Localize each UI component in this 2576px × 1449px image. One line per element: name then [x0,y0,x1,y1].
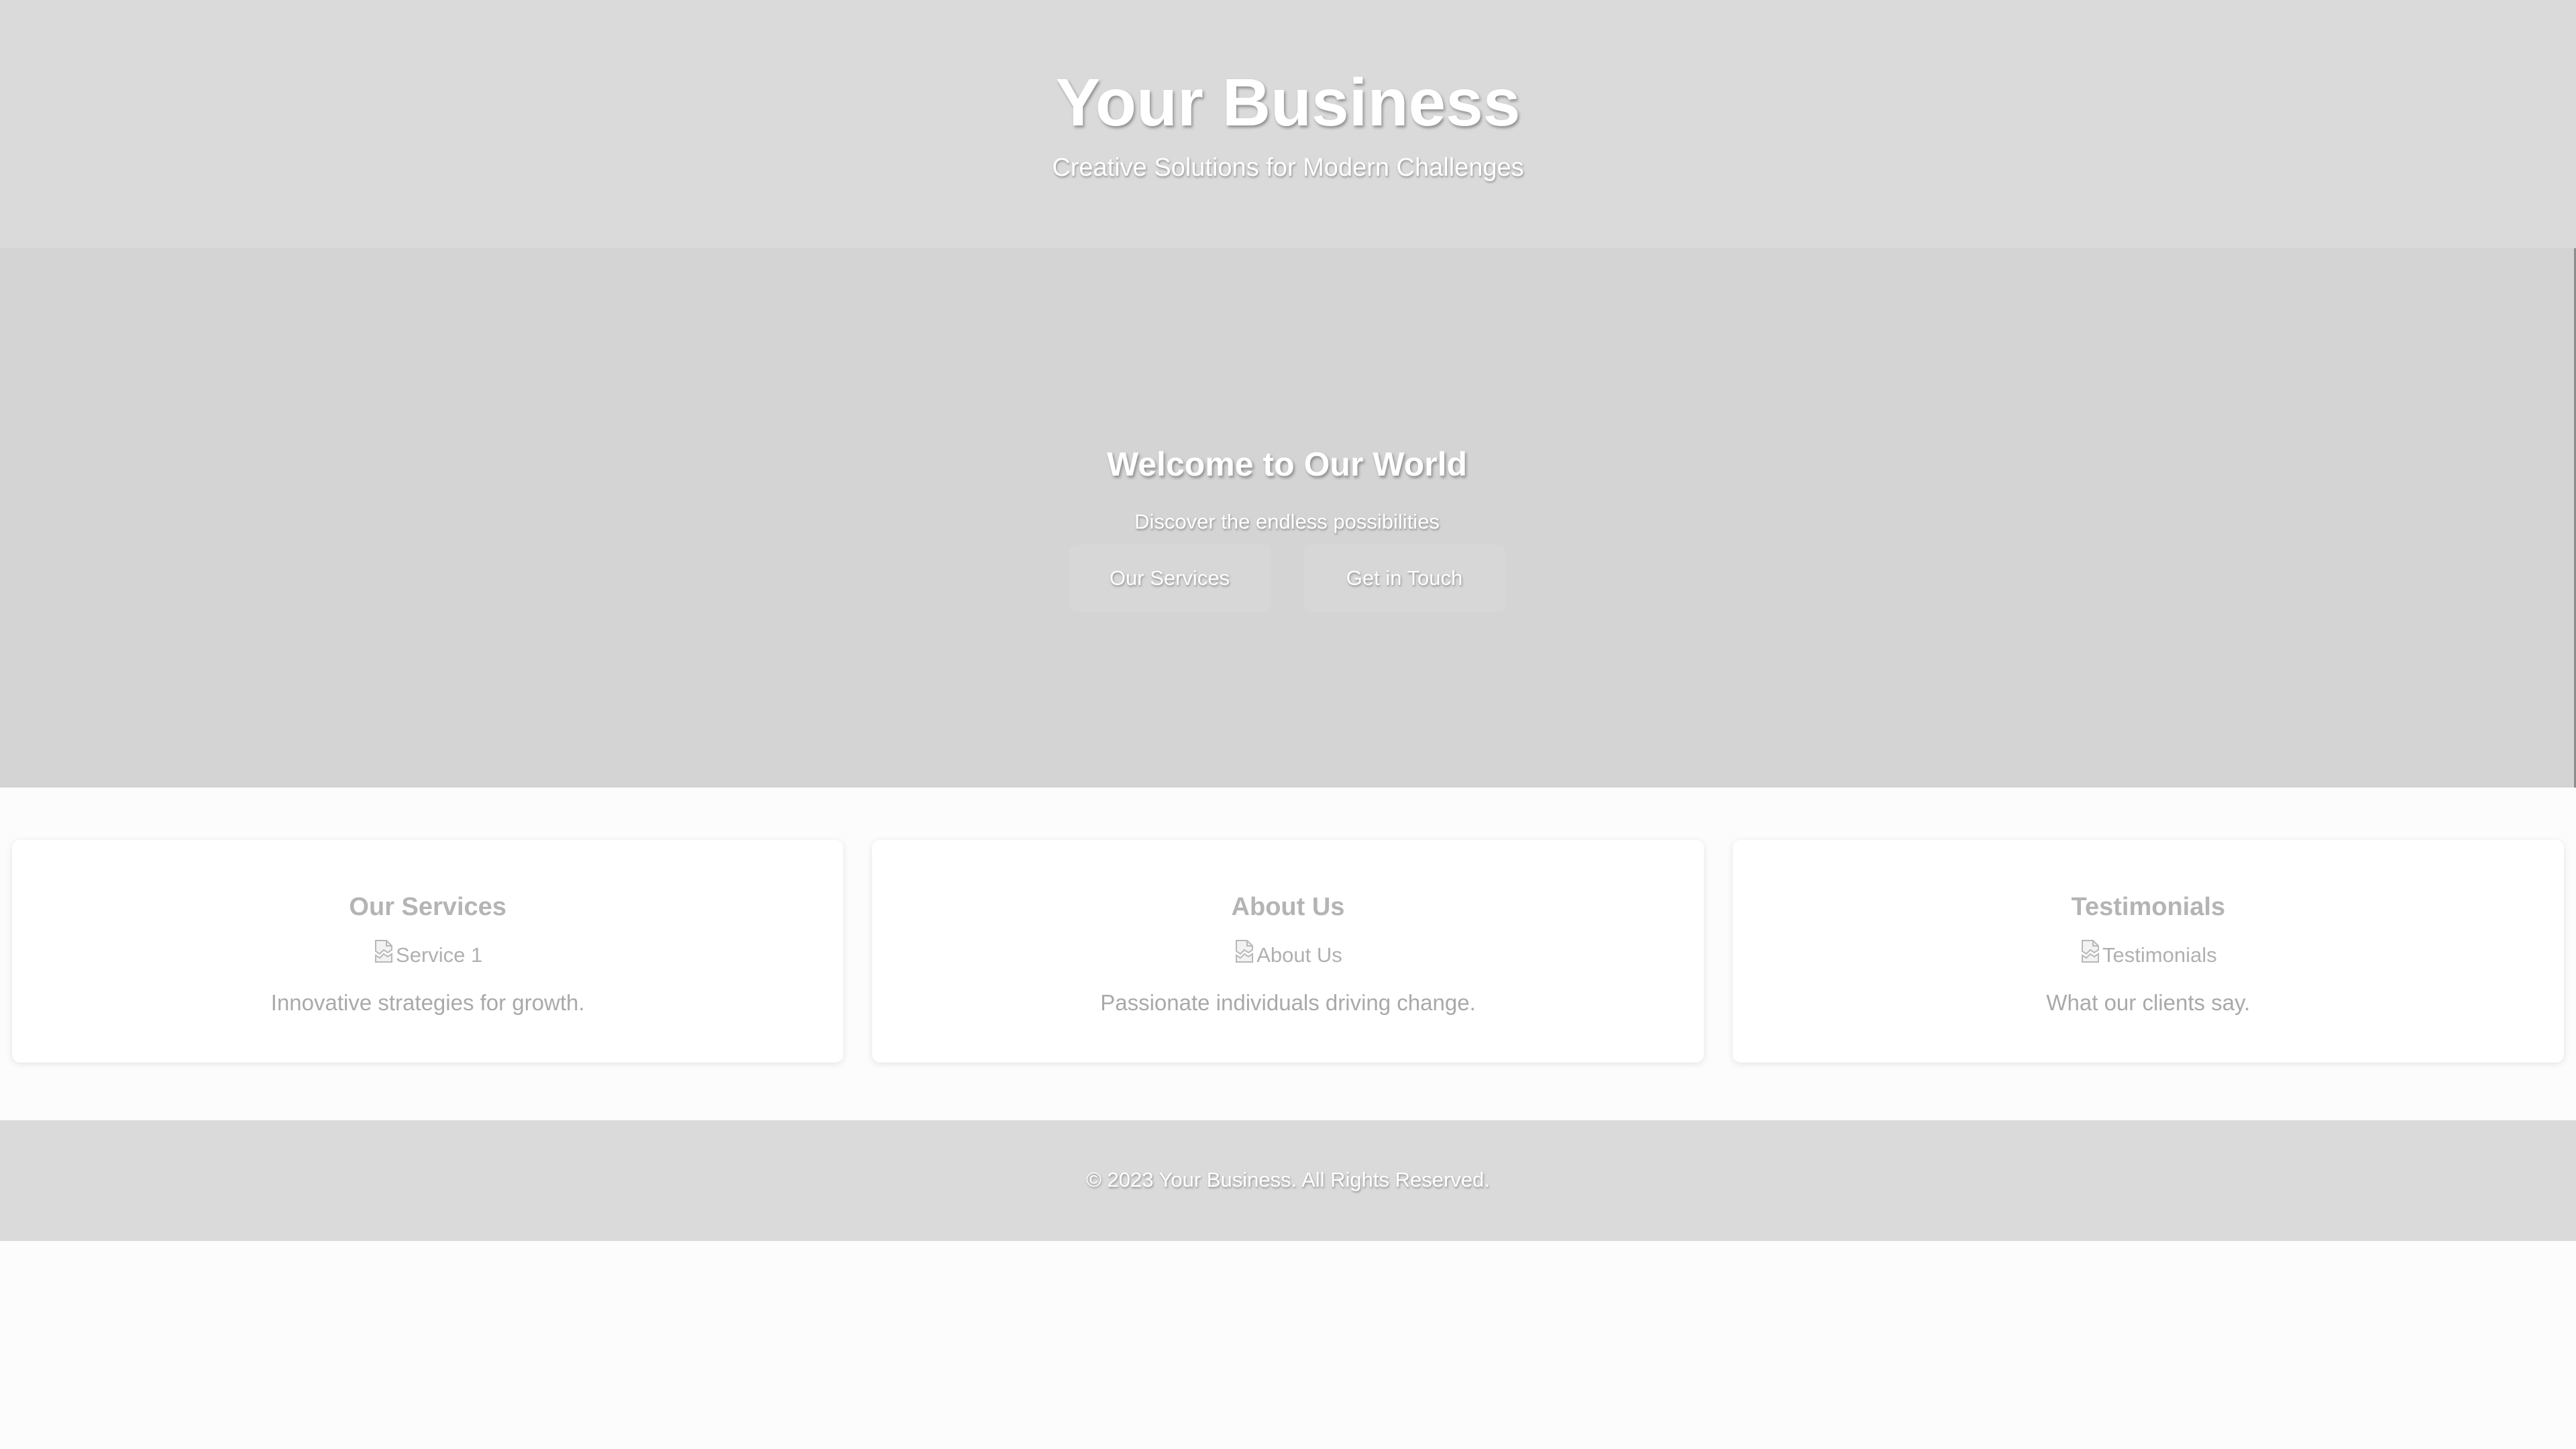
hero-subtitle: Discover the endless possibilities [1134,510,1440,533]
hero-section: Welcome to Our World Discover the endles… [0,248,2576,788]
hero-buttons: Our Services Get in Touch [0,545,2574,612]
card-about-us: About Us About Us Passionate individuals… [872,840,1704,1063]
card-image-alt: About Us [1256,943,1342,967]
site-tagline: Creative Solutions for Modern Challenges [1052,154,1524,182]
card-text: Innovative strategies for growth. [270,990,585,1015]
card-our-services: Our Services Service 1 Innovative strate… [12,840,844,1063]
card-title: Testimonials [2071,893,2226,921]
broken-image-icon [375,940,393,963]
card-image: About Us [872,940,1703,969]
card-text: What our clients say. [2046,990,2251,1015]
hero-title: Welcome to Our World [1106,445,1468,483]
card-title: About Us [1231,893,1345,921]
our-services-button[interactable]: Our Services [1069,545,1271,612]
card-image-alt: Testimonials [2102,943,2217,967]
site-title: Your Business [1055,65,1521,140]
card-image: Service 1 [12,940,843,969]
broken-image-icon [1236,940,1254,963]
footer-copyright: © 2023 Your Business. All Rights Reserve… [1086,1168,1490,1191]
card-text: Passionate individuals driving change. [1100,990,1476,1015]
card-testimonials: Testimonials Testimonials What our clien… [1732,840,2564,1063]
get-in-touch-button[interactable]: Get in Touch [1303,545,1505,612]
site-footer: © 2023 Your Business. All Rights Reserve… [0,1120,2576,1241]
site-header: Your Business Creative Solutions for Mod… [0,0,2576,248]
cards-section: Our Services Service 1 Innovative strate… [12,840,2564,1063]
broken-image-icon [2082,940,2100,963]
card-image-alt: Service 1 [396,943,483,967]
card-title: Our Services [349,893,506,921]
card-image: Testimonials [1733,940,2564,969]
